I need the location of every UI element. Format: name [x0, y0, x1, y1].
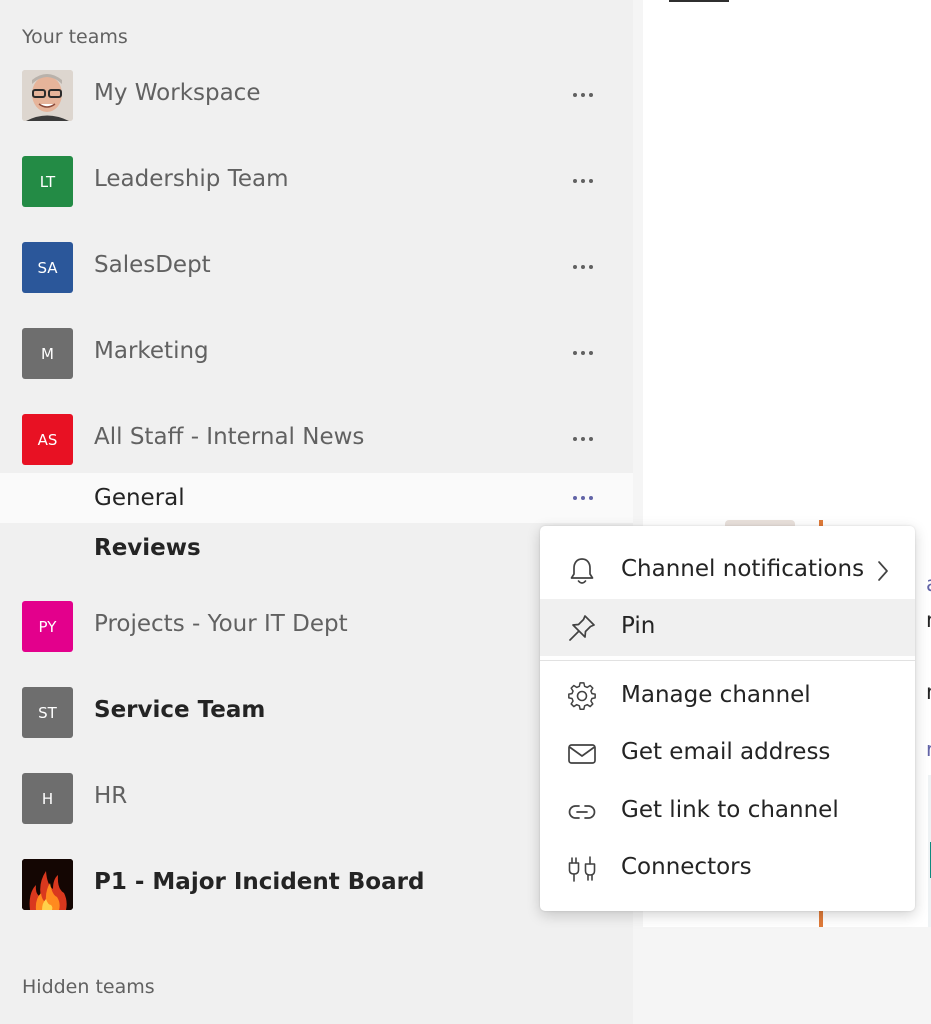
message-author-fragment: ar — [926, 572, 931, 596]
menu-item-label: Manage channel — [621, 682, 811, 708]
team-name: All Staff - Internal News — [94, 424, 365, 450]
menu-item-connectors[interactable]: Connectors — [540, 840, 915, 897]
envelope-icon — [568, 744, 596, 764]
team-row-my-workspace[interactable]: My Workspace — [0, 52, 633, 138]
channel-row-general[interactable]: General — [0, 473, 633, 523]
more-options-icon[interactable] — [563, 169, 603, 193]
link-icon — [568, 805, 596, 819]
team-row-all-staff[interactable]: AS All Staff - Internal News — [0, 396, 633, 482]
channel-header-bar — [643, 0, 931, 43]
gear-icon — [568, 682, 596, 710]
menu-item-label: Get link to channel — [621, 797, 839, 823]
channel-row-reviews[interactable]: Reviews — [0, 523, 633, 573]
bell-icon — [570, 558, 594, 584]
team-avatar: AS — [22, 414, 73, 465]
message-text-fragment-2: m — [926, 680, 931, 704]
menu-item-get-link-to-channel[interactable]: Get link to channel — [540, 783, 915, 840]
team-avatar: H — [22, 773, 73, 824]
menu-item-manage-channel[interactable]: Manage channel — [540, 668, 915, 725]
chevron-right-icon — [878, 561, 888, 581]
team-row-marketing[interactable]: M Marketing — [0, 310, 633, 396]
menu-item-label: Pin — [621, 613, 656, 639]
team-avatar: LT — [22, 156, 73, 207]
connectors-icon — [568, 856, 596, 882]
team-name: My Workspace — [94, 80, 261, 106]
more-options-icon[interactable] — [563, 255, 603, 279]
person-photo-icon — [22, 70, 73, 121]
active-tab-underline — [669, 0, 729, 2]
team-row-hr[interactable]: H HR — [0, 755, 633, 841]
team-avatar: ST — [22, 687, 73, 738]
team-avatar: M — [22, 328, 73, 379]
team-row-salesdept[interactable]: SA SalesDept — [0, 224, 633, 310]
message-text-fragment: nts — [926, 608, 931, 632]
team-row-projects[interactable]: PY Projects - Your IT Dept — [0, 583, 633, 669]
teams-sidebar: Your teams My Workspace LT Leadership Te… — [0, 0, 633, 1024]
menu-item-label: Connectors — [621, 854, 752, 880]
menu-item-label: Channel notifications — [621, 556, 865, 582]
menu-divider — [540, 660, 915, 661]
fire-photo-icon — [22, 859, 73, 910]
team-row-service-team[interactable]: ST Service Team — [0, 669, 633, 755]
channel-name: Reviews — [94, 535, 201, 561]
team-avatar: PY — [22, 601, 73, 652]
menu-item-channel-notifications[interactable]: Channel notifications — [540, 542, 915, 599]
more-options-icon[interactable] — [563, 427, 603, 451]
team-row-leadership-team[interactable]: LT Leadership Team — [0, 138, 633, 224]
team-avatar: SA — [22, 242, 73, 293]
team-name: P1 - Major Incident Board — [94, 869, 425, 895]
team-name: HR — [94, 783, 128, 809]
team-name: SalesDept — [94, 252, 211, 278]
team-name: Leadership Team — [94, 166, 289, 192]
team-avatar-photo — [22, 70, 73, 121]
pin-icon — [569, 615, 595, 641]
hidden-teams-label[interactable]: Hidden teams — [22, 976, 155, 998]
channel-name: General — [94, 485, 185, 511]
your-teams-label: Your teams — [22, 26, 128, 48]
channel-context-menu: Channel notifications Pin Manage channel… — [540, 526, 915, 911]
team-name: Projects - Your IT Dept — [94, 611, 348, 637]
team-avatar-photo — [22, 859, 73, 910]
menu-item-pin[interactable]: Pin — [540, 599, 915, 656]
team-name: Marketing — [94, 338, 209, 364]
compose-area — [643, 927, 931, 1024]
team-name: Service Team — [94, 697, 266, 723]
message-link-fragment[interactable]: re — [926, 737, 931, 761]
menu-item-get-email-address[interactable]: Get email address — [540, 725, 915, 782]
more-options-icon[interactable] — [563, 341, 603, 365]
more-options-icon[interactable] — [563, 83, 603, 107]
menu-item-label: Get email address — [621, 739, 831, 765]
team-row-major-incident[interactable]: P1 - Major Incident Board — [0, 841, 633, 927]
channel-more-options-icon[interactable] — [563, 486, 603, 510]
